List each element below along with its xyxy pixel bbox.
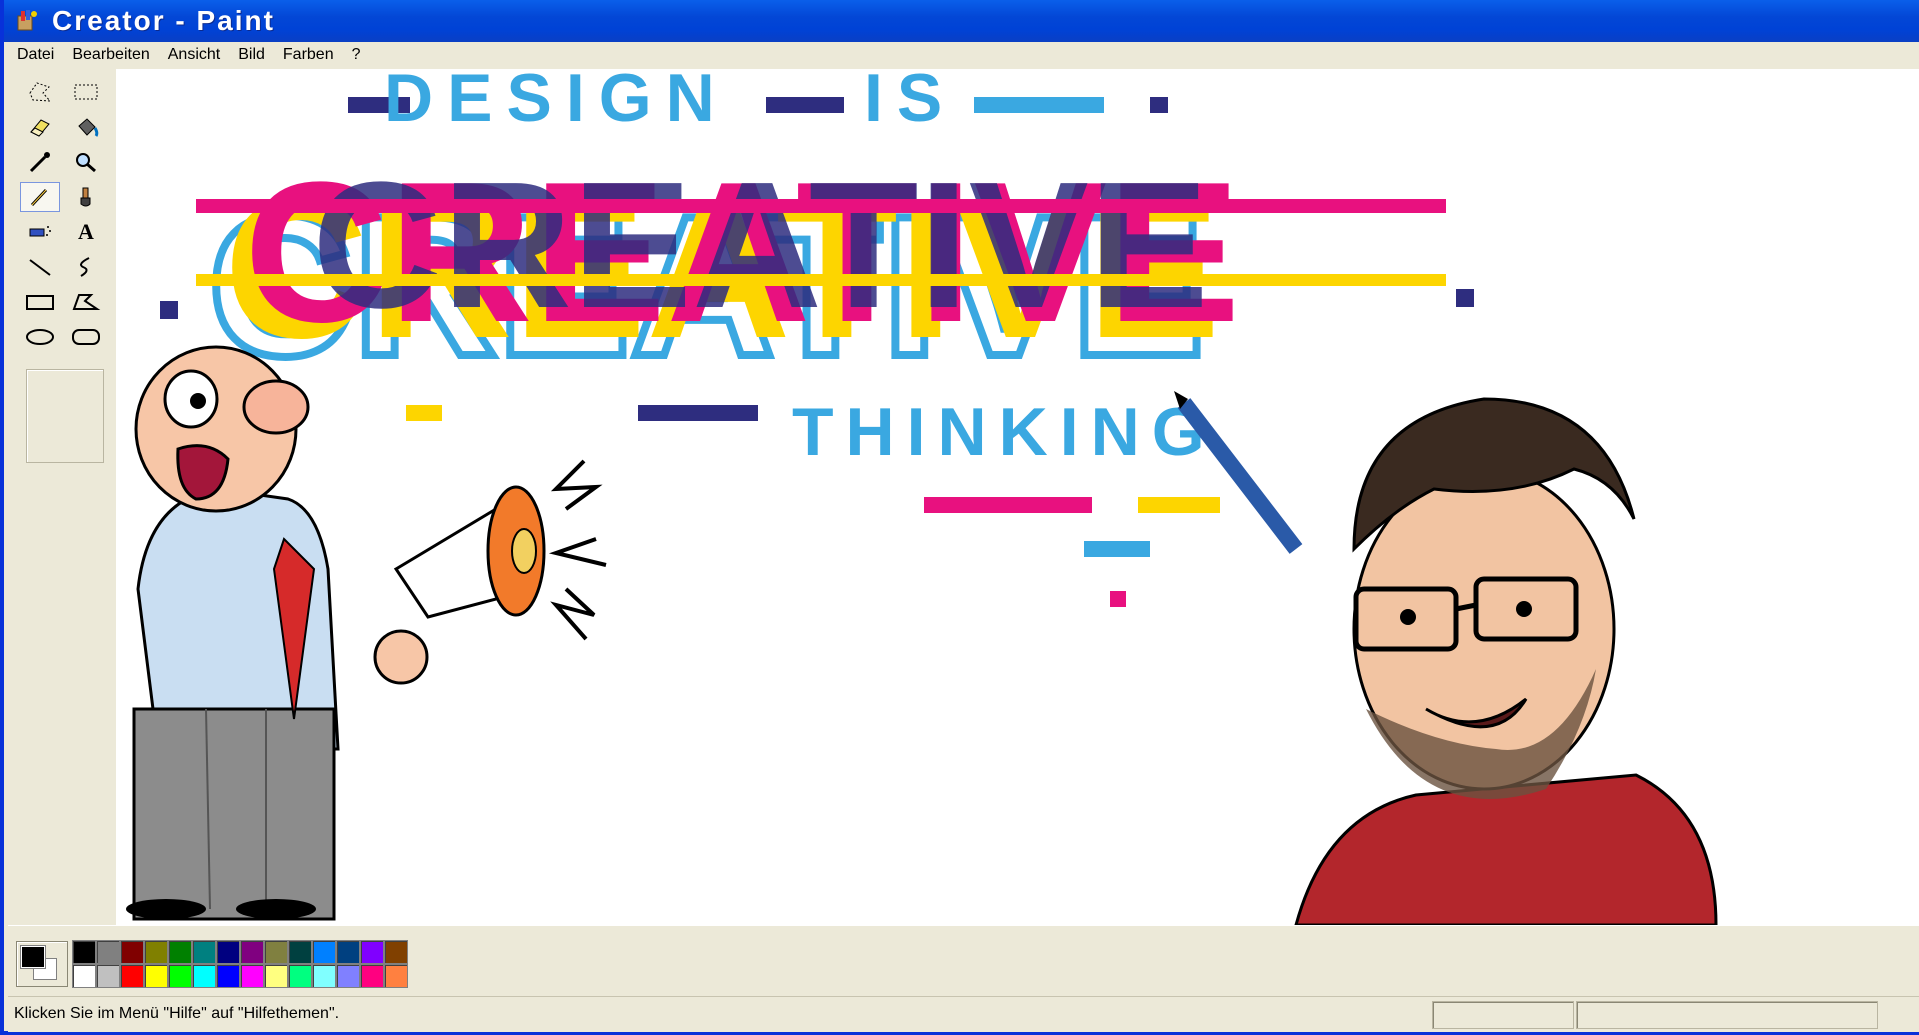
- cartoon-shouting-man: [126, 345, 607, 921]
- polygon-icon[interactable]: [66, 287, 106, 317]
- palette-swatch[interactable]: [168, 940, 192, 964]
- window-title: Creator - Paint: [52, 5, 275, 36]
- drawing-canvas[interactable]: CREATIVE CREATIVE CREATIVE CREATIVE DESI…: [116, 69, 1919, 925]
- text-tool-glyph: A: [78, 219, 94, 244]
- palette-swatch[interactable]: [96, 964, 120, 988]
- ellipse-icon[interactable]: [20, 322, 60, 352]
- tool-options-box[interactable]: [26, 369, 104, 463]
- status-pane-position: [1432, 1001, 1574, 1029]
- palette-swatch[interactable]: [264, 964, 288, 988]
- palette-swatch[interactable]: [360, 964, 384, 988]
- palette-swatch[interactable]: [240, 940, 264, 964]
- curve-icon[interactable]: [66, 252, 106, 282]
- palette-swatch[interactable]: [192, 964, 216, 988]
- rect-select-icon[interactable]: [66, 77, 106, 107]
- palette-swatch[interactable]: [216, 964, 240, 988]
- menu-ansicht[interactable]: Ansicht: [159, 42, 229, 68]
- palette-swatch[interactable]: [288, 964, 312, 988]
- magnifier-icon[interactable]: [66, 147, 106, 177]
- rectangle-icon[interactable]: [20, 287, 60, 317]
- palette-swatch[interactable]: [120, 940, 144, 964]
- menu-bild[interactable]: Bild: [229, 42, 274, 68]
- pencil-icon[interactable]: [20, 182, 60, 212]
- menu-help[interactable]: ?: [343, 42, 370, 68]
- canvas-area: CREATIVE CREATIVE CREATIVE CREATIVE DESI…: [116, 69, 1919, 925]
- eraser-icon[interactable]: [20, 112, 60, 142]
- artwork: CREATIVE CREATIVE CREATIVE CREATIVE DESI…: [126, 69, 1718, 925]
- menu-datei[interactable]: Datei: [8, 42, 63, 68]
- palette-swatch[interactable]: [360, 940, 384, 964]
- headline-main-navy: CREATIVE: [312, 145, 1209, 346]
- palette-swatch[interactable]: [240, 964, 264, 988]
- status-bar: Klicken Sie im Menü "Hilfe" auf "Hilfeth…: [8, 996, 1919, 1032]
- palette-swatch[interactable]: [216, 940, 240, 964]
- palette-swatch[interactable]: [96, 940, 120, 964]
- fill-bucket-icon[interactable]: [66, 112, 106, 142]
- palette-swatch[interactable]: [312, 940, 336, 964]
- paint-app-icon: [17, 10, 37, 31]
- palette-swatch[interactable]: [312, 964, 336, 988]
- text-icon[interactable]: A: [66, 217, 106, 247]
- foreground-color[interactable]: [20, 945, 46, 969]
- line-icon[interactable]: [20, 252, 60, 282]
- current-colors[interactable]: [16, 941, 68, 987]
- palette-swatch[interactable]: [288, 940, 312, 964]
- palette-swatch[interactable]: [336, 940, 360, 964]
- rounded-rect-icon[interactable]: [66, 322, 106, 352]
- brush-icon[interactable]: [66, 182, 106, 212]
- status-pane-size: [1576, 1001, 1878, 1029]
- swatch-grid: [72, 940, 408, 988]
- palette-swatch[interactable]: [336, 964, 360, 988]
- airbrush-icon[interactable]: [20, 217, 60, 247]
- menu-farben[interactable]: Farben: [274, 42, 343, 68]
- title-bar[interactable]: Creator - Paint: [4, 0, 1919, 42]
- menu-bar: Datei Bearbeiten Ansicht Bild Farben?: [8, 42, 1919, 69]
- palette-swatch[interactable]: [384, 940, 408, 964]
- paint-window: Creator - Paint Datei Bearbeiten Ansicht Bi…: [0, 0, 1919, 1035]
- palette-swatch[interactable]: [120, 964, 144, 988]
- headline-bottom: THINKING: [792, 394, 1217, 470]
- palette-swatch[interactable]: [264, 940, 288, 964]
- color-palette: [8, 925, 1919, 996]
- palette-swatch[interactable]: [72, 964, 96, 988]
- headline-is: IS: [864, 69, 956, 136]
- palette-swatch[interactable]: [168, 964, 192, 988]
- menu-bearbeiten[interactable]: Bearbeiten: [63, 42, 158, 68]
- color-picker-icon[interactable]: [20, 147, 60, 177]
- headline-top: DESIGN: [384, 69, 729, 136]
- palette-swatch[interactable]: [144, 940, 168, 964]
- toolbox: A: [8, 69, 117, 925]
- palette-swatch[interactable]: [144, 964, 168, 988]
- palette-swatch[interactable]: [192, 940, 216, 964]
- palette-swatch[interactable]: [384, 964, 408, 988]
- free-select-icon[interactable]: [20, 77, 60, 107]
- palette-swatch[interactable]: [72, 940, 96, 964]
- status-text: Klicken Sie im Menü "Hilfe" auf "Hilfeth…: [14, 1005, 340, 1022]
- caricature-bearded-man: [1174, 391, 1718, 925]
